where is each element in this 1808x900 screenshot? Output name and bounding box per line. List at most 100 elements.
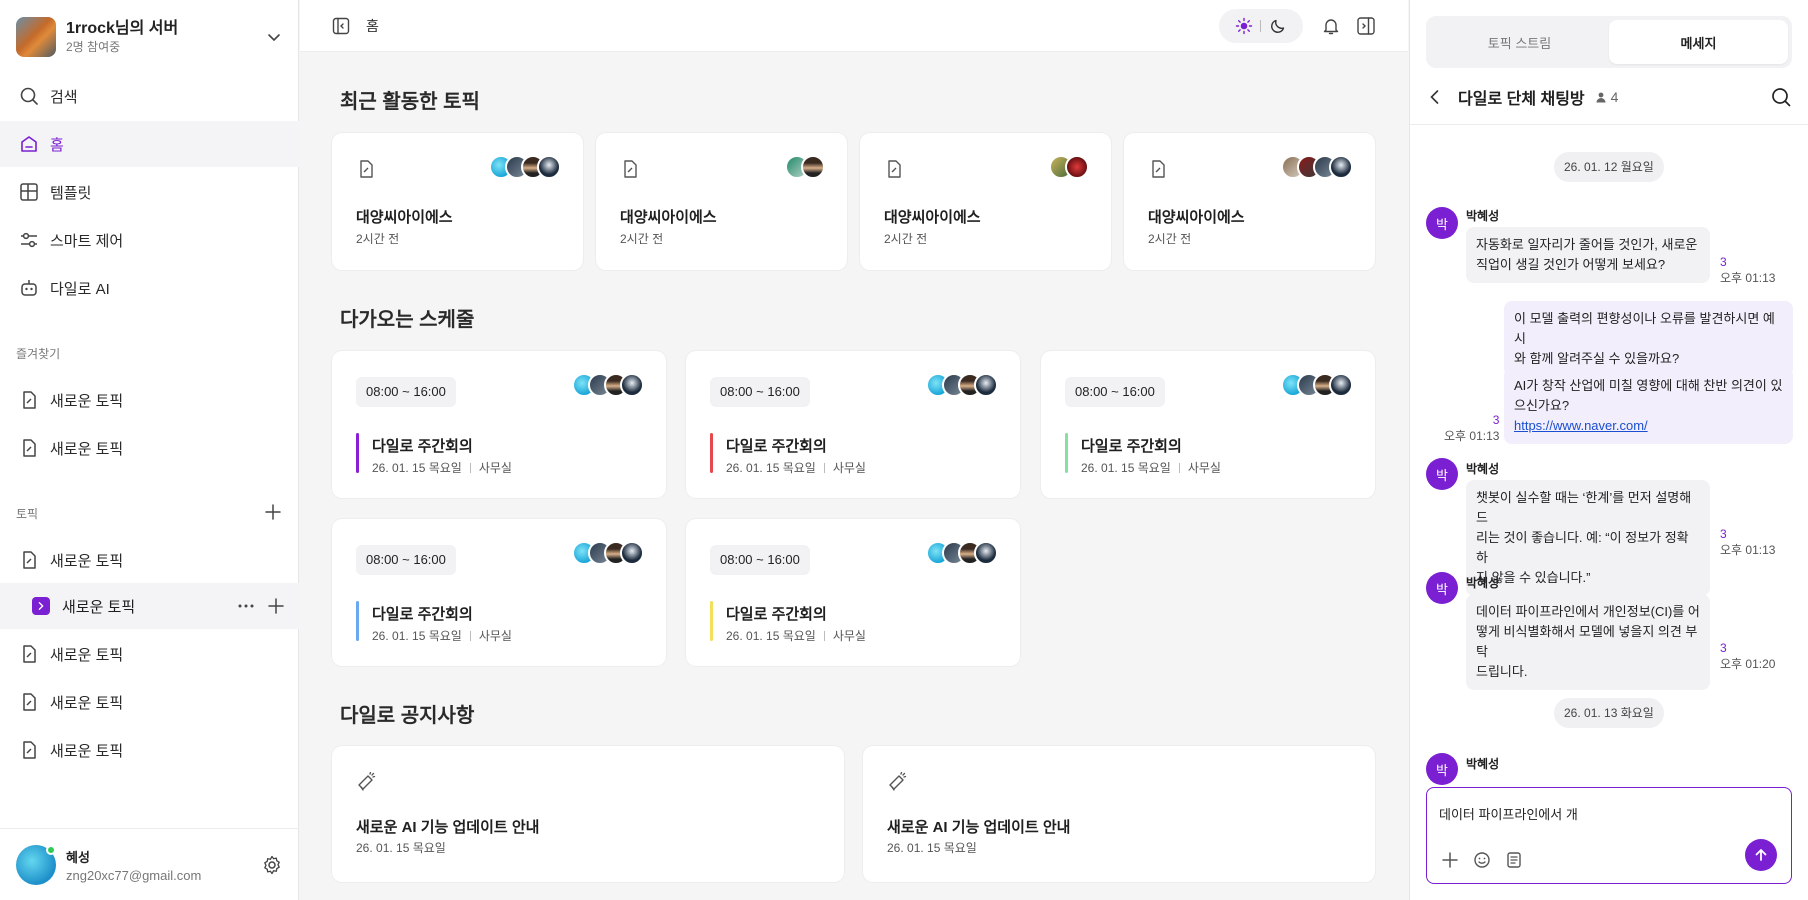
tab-messages[interactable]: 메세지 (1609, 20, 1788, 64)
message-line: 으신가요? (1514, 398, 1570, 413)
nav-home[interactable]: 홈 (0, 121, 299, 167)
schedule-event-title: 다일로 주간회의 (372, 438, 473, 455)
message-meta: 3 오후 01:20 (1720, 640, 1775, 672)
topics-label: 토픽 (16, 507, 39, 521)
more-icon[interactable] (237, 597, 255, 615)
message-input-text[interactable]: 데이터 파이프라인에서 개 (1439, 804, 1578, 823)
message-bubble[interactable]: 자동화로 일자리가 줄어들 것인가, 새로운 직업이 생길 것인가 어떻게 보세… (1466, 227, 1710, 283)
unread-count: 3 (1492, 413, 1500, 427)
robot-icon (21, 280, 37, 296)
message-meta: 3 오후 01:13 (1444, 412, 1499, 444)
document-icon (23, 551, 36, 569)
schedule-card[interactable]: 08:00 ~ 16:00 다일로 주간회의 26. 01. 15 목요일 사무실 (1041, 351, 1375, 498)
note-icon[interactable] (1505, 851, 1523, 869)
topic-item[interactable]: 새로운 토픽 (0, 679, 299, 725)
message-meta: 3 오후 01:13 (1720, 526, 1775, 558)
message-bubble[interactable]: 챗봇이 실수할 때는 ‘한계’를 먼저 설명해 드 리는 것이 좋습니다. 예:… (1466, 480, 1710, 596)
add-topic-icon[interactable] (264, 503, 282, 521)
back-arrow-icon[interactable] (1426, 88, 1444, 106)
bell-icon[interactable] (1321, 16, 1341, 36)
recent-topic-card[interactable]: 대양씨아이에스 2시간 전 (860, 133, 1111, 270)
nav-search[interactable]: 검색 (0, 73, 299, 119)
unread-count: 3 (1720, 527, 1727, 541)
my-message-bubble[interactable]: AI가 창작 산업에 미칠 영향에 대해 찬반 의견이 있 으신가요? http… (1504, 368, 1793, 444)
sender-name: 박혜성 (1466, 757, 1500, 771)
notice-card[interactable]: 새로운 AI 기능 업데이트 안내 26. 01. 15 목요일 (863, 746, 1375, 882)
schedule-card[interactable]: 08:00 ~ 16:00 다일로 주간회의 26. 01. 15 목요일 사무실 (686, 351, 1020, 498)
schedule-date: 26. 01. 15 목요일 (372, 629, 462, 643)
card-time: 2시간 전 (620, 232, 664, 246)
topic-item-label: 새로운 토픽 (62, 598, 136, 616)
schedule-card[interactable]: 08:00 ~ 16:00 다일로 주간회의 26. 01. 15 목요일 사무실 (332, 519, 666, 666)
schedule-color-bar (710, 601, 713, 641)
message-line: 이 모델 출력의 편향성이나 오류를 발견하시면 예시 (1514, 311, 1775, 346)
document-icon (23, 741, 36, 759)
search-icon[interactable] (1770, 86, 1792, 108)
theme-toggle[interactable] (1219, 9, 1303, 43)
sender-avatar[interactable]: 박 (1426, 572, 1458, 604)
nav-ai[interactable]: 다일로 AI (0, 265, 299, 311)
schedule-place: 사무실 (832, 629, 866, 643)
sender-name: 박혜성 (1466, 576, 1500, 590)
chevron-right-icon[interactable] (32, 597, 50, 615)
server-switcher[interactable]: 1rrock님의 서버 2명 참여중 (16, 16, 284, 58)
message-time: 오후 01:13 (1720, 543, 1776, 557)
favorite-item[interactable]: 새로운 토픽 (0, 425, 299, 471)
topic-item[interactable]: 새로운 토픽 (0, 537, 299, 583)
add-subtopic-icon[interactable] (267, 597, 285, 615)
emoji-icon[interactable] (1473, 851, 1491, 869)
topic-item[interactable]: 새로운 토픽 (0, 727, 299, 773)
gear-icon[interactable] (261, 854, 283, 876)
document-icon (1152, 160, 1165, 178)
recent-topic-card[interactable]: 대양씨아이에스 2시간 전 (1124, 133, 1375, 270)
sender-avatar[interactable]: 박 (1426, 207, 1458, 239)
favorite-item[interactable]: 새로운 토픽 (0, 377, 299, 423)
nav-smart-control[interactable]: 스마트 제어 (0, 217, 299, 263)
date-separator: 26. 01. 12 월요일 (1554, 152, 1664, 182)
document-icon (624, 160, 637, 178)
message-line: 떻게 비식별화해서 모델에 넣을지 의견 부탁 (1476, 624, 1698, 659)
sun-icon[interactable] (1235, 17, 1253, 35)
message-link[interactable]: https://www.naver.com/ (1514, 418, 1648, 433)
schedule-card[interactable]: 08:00 ~ 16:00 다일로 주간회의 26. 01. 15 목요일 사무실 (332, 351, 666, 498)
recent-topic-card[interactable]: 대양씨아이에스 2시간 전 (332, 133, 583, 270)
message-line: 리는 것이 좋습니다. 예: “이 정보가 정확하 (1476, 530, 1689, 565)
document-icon (888, 160, 901, 178)
moon-icon[interactable] (1269, 17, 1287, 35)
nav-template[interactable]: 템플릿 (0, 169, 299, 215)
unread-count: 3 (1720, 255, 1727, 269)
top-bar: 홈 (300, 0, 1408, 52)
chevron-down-icon[interactable] (264, 27, 284, 47)
message-bubble[interactable]: 데이터 파이프라인에서 개인정보(CI)를 어 떻게 비식별화해서 모델에 넣을… (1466, 594, 1710, 690)
panel-toggle-icon[interactable] (1356, 16, 1376, 36)
nav-ai-label: 다일로 AI (50, 280, 110, 298)
megaphone-icon (889, 772, 907, 791)
topic-item[interactable]: 새로운 토픽 (0, 631, 299, 677)
sidebar-toggle-icon[interactable] (332, 17, 350, 35)
home-main: 최근 활동한 토픽 대양씨아이에스 2시간 전 대양씨아이에스 2시간 전 대양… (300, 52, 1408, 900)
schedule-place: 사무실 (1187, 461, 1221, 475)
document-icon (360, 160, 373, 178)
member-avatars (489, 155, 561, 179)
schedule-color-bar (1065, 433, 1068, 473)
message-line: 드립니다. (1476, 664, 1528, 679)
topic-item-selected[interactable]: 새로운 토픽 (0, 583, 299, 629)
document-icon (23, 693, 36, 711)
schedule-time: 08:00 ~ 16:00 (356, 377, 456, 407)
recent-topic-card[interactable]: 대양씨아이에스 2시간 전 (596, 133, 847, 270)
schedule-card[interactable]: 08:00 ~ 16:00 다일로 주간회의 26. 01. 15 목요일 사무실 (686, 519, 1020, 666)
card-title: 대양씨아이에스 (884, 209, 981, 226)
sender-avatar[interactable]: 박 (1426, 753, 1458, 785)
message-line: AI가 창작 산업에 미칠 영향에 대해 찬반 의견이 있 (1514, 378, 1783, 393)
message-input[interactable]: 데이터 파이프라인에서 개 (1426, 787, 1792, 884)
message-line: 직업이 생길 것인가 어떻게 보세요? (1476, 257, 1666, 272)
favorite-item-label: 새로운 토픽 (50, 392, 124, 410)
user-profile[interactable]: 혜성 zng20xc77@gmail.com (0, 828, 299, 900)
send-button[interactable] (1745, 839, 1777, 871)
tab-topic-stream[interactable]: 토픽 스트림 (1430, 20, 1609, 64)
breadcrumb: 홈 (366, 18, 379, 34)
notice-card[interactable]: 새로운 AI 기능 업데이트 안내 26. 01. 15 목요일 (332, 746, 844, 882)
sender-avatar[interactable]: 박 (1426, 458, 1458, 490)
plus-icon[interactable] (1441, 851, 1459, 869)
my-message-bubble[interactable]: 이 모델 출력의 편향성이나 오류를 발견하시면 예시 와 함께 알려주실 수 … (1504, 301, 1793, 377)
